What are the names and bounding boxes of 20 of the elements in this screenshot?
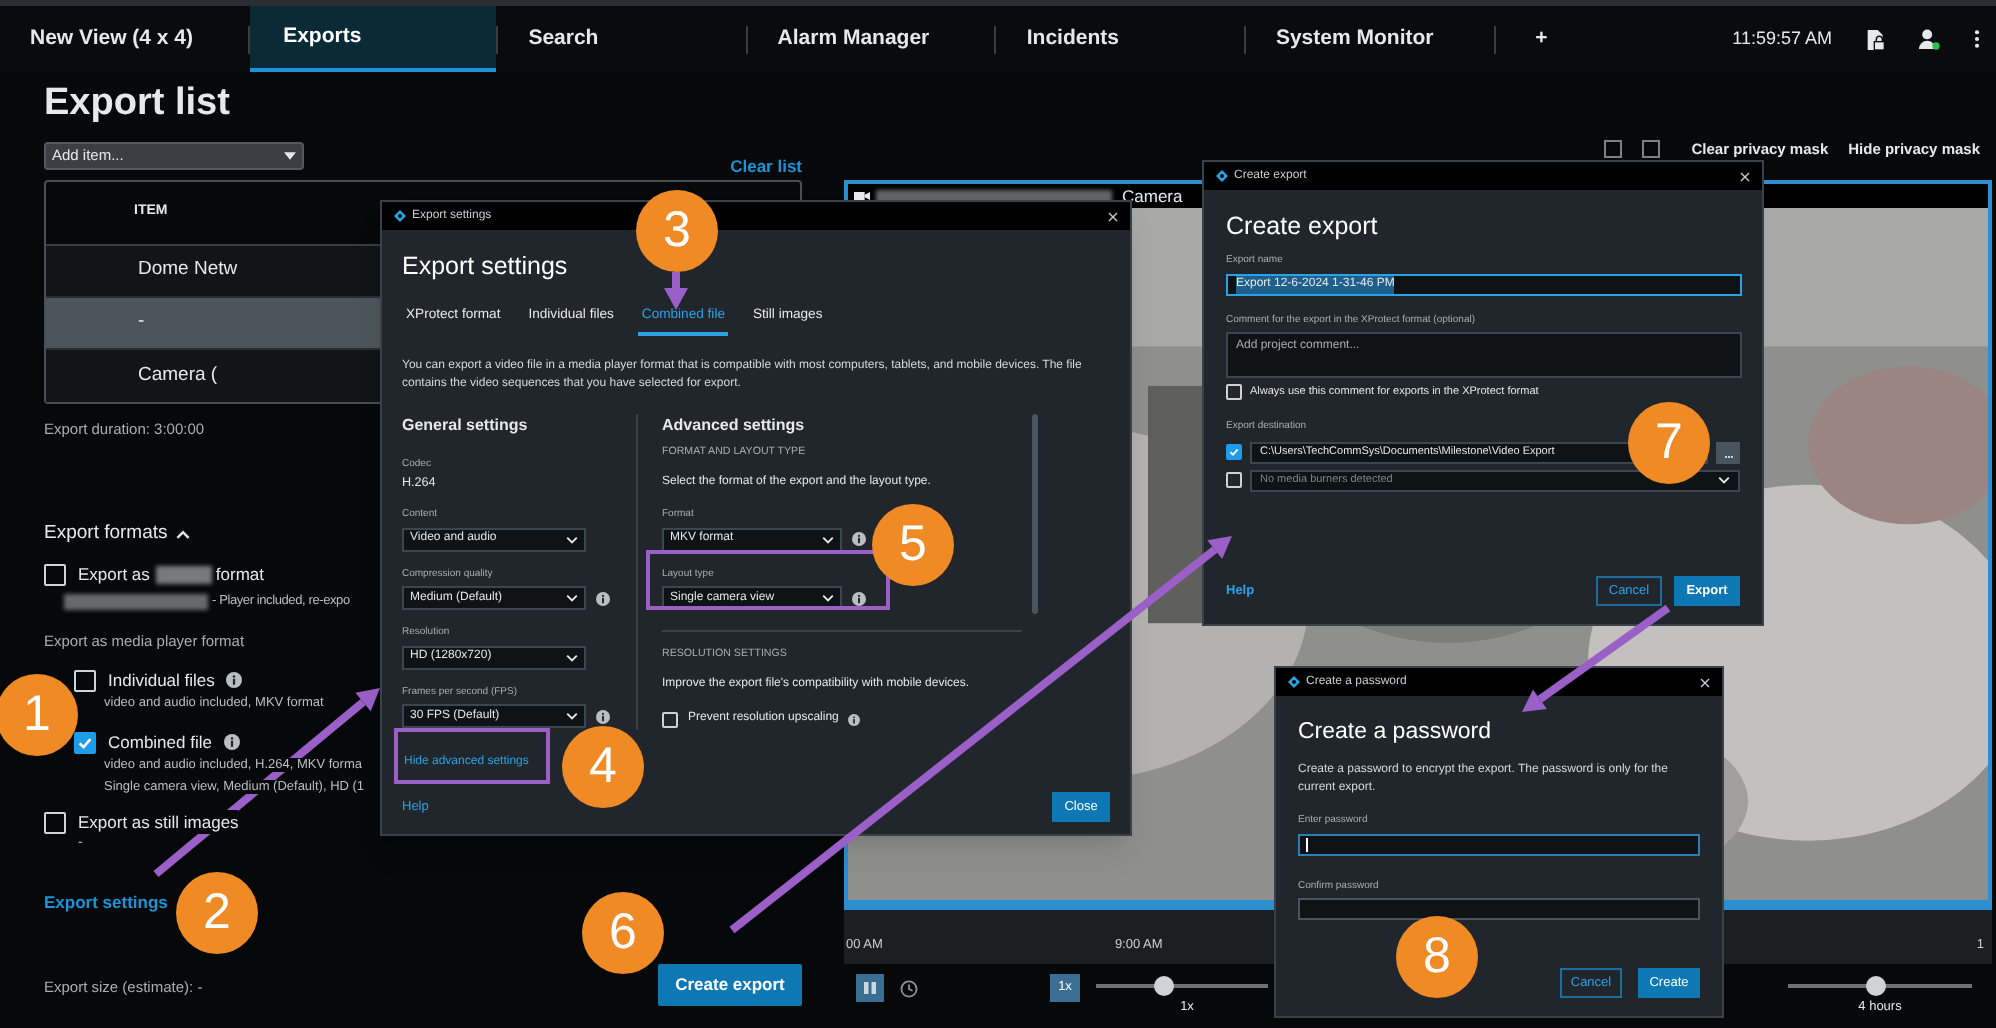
- step-badge: 1: [0, 674, 78, 756]
- clock-time: 11:59:57 AM: [1732, 25, 1832, 52]
- section-heading: Export formats: [44, 519, 168, 548]
- step-badge: 2: [176, 872, 258, 954]
- table-cell-text: -: [138, 308, 145, 337]
- table-cell-text: Camera (: [138, 361, 218, 390]
- option-label: Combined file: [108, 729, 212, 755]
- dialog-title: Export settings: [402, 252, 570, 282]
- column-heading: General settings: [402, 414, 530, 439]
- option-label: Export as: [78, 561, 150, 587]
- table-cell-text: Dome Netw: [138, 256, 238, 285]
- camera-name: Camera: [1122, 183, 1183, 209]
- option-label: Export as still images: [78, 809, 239, 835]
- step-badge: 6: [582, 892, 664, 974]
- dialog-title: Create export: [1226, 212, 1380, 242]
- column-heading: Advanced settings: [662, 414, 807, 439]
- option-label: format: [215, 561, 264, 587]
- page-title: Export list: [44, 82, 232, 126]
- dialog-title: Create a password: [1298, 718, 1494, 746]
- option-label: Individual files: [108, 667, 215, 693]
